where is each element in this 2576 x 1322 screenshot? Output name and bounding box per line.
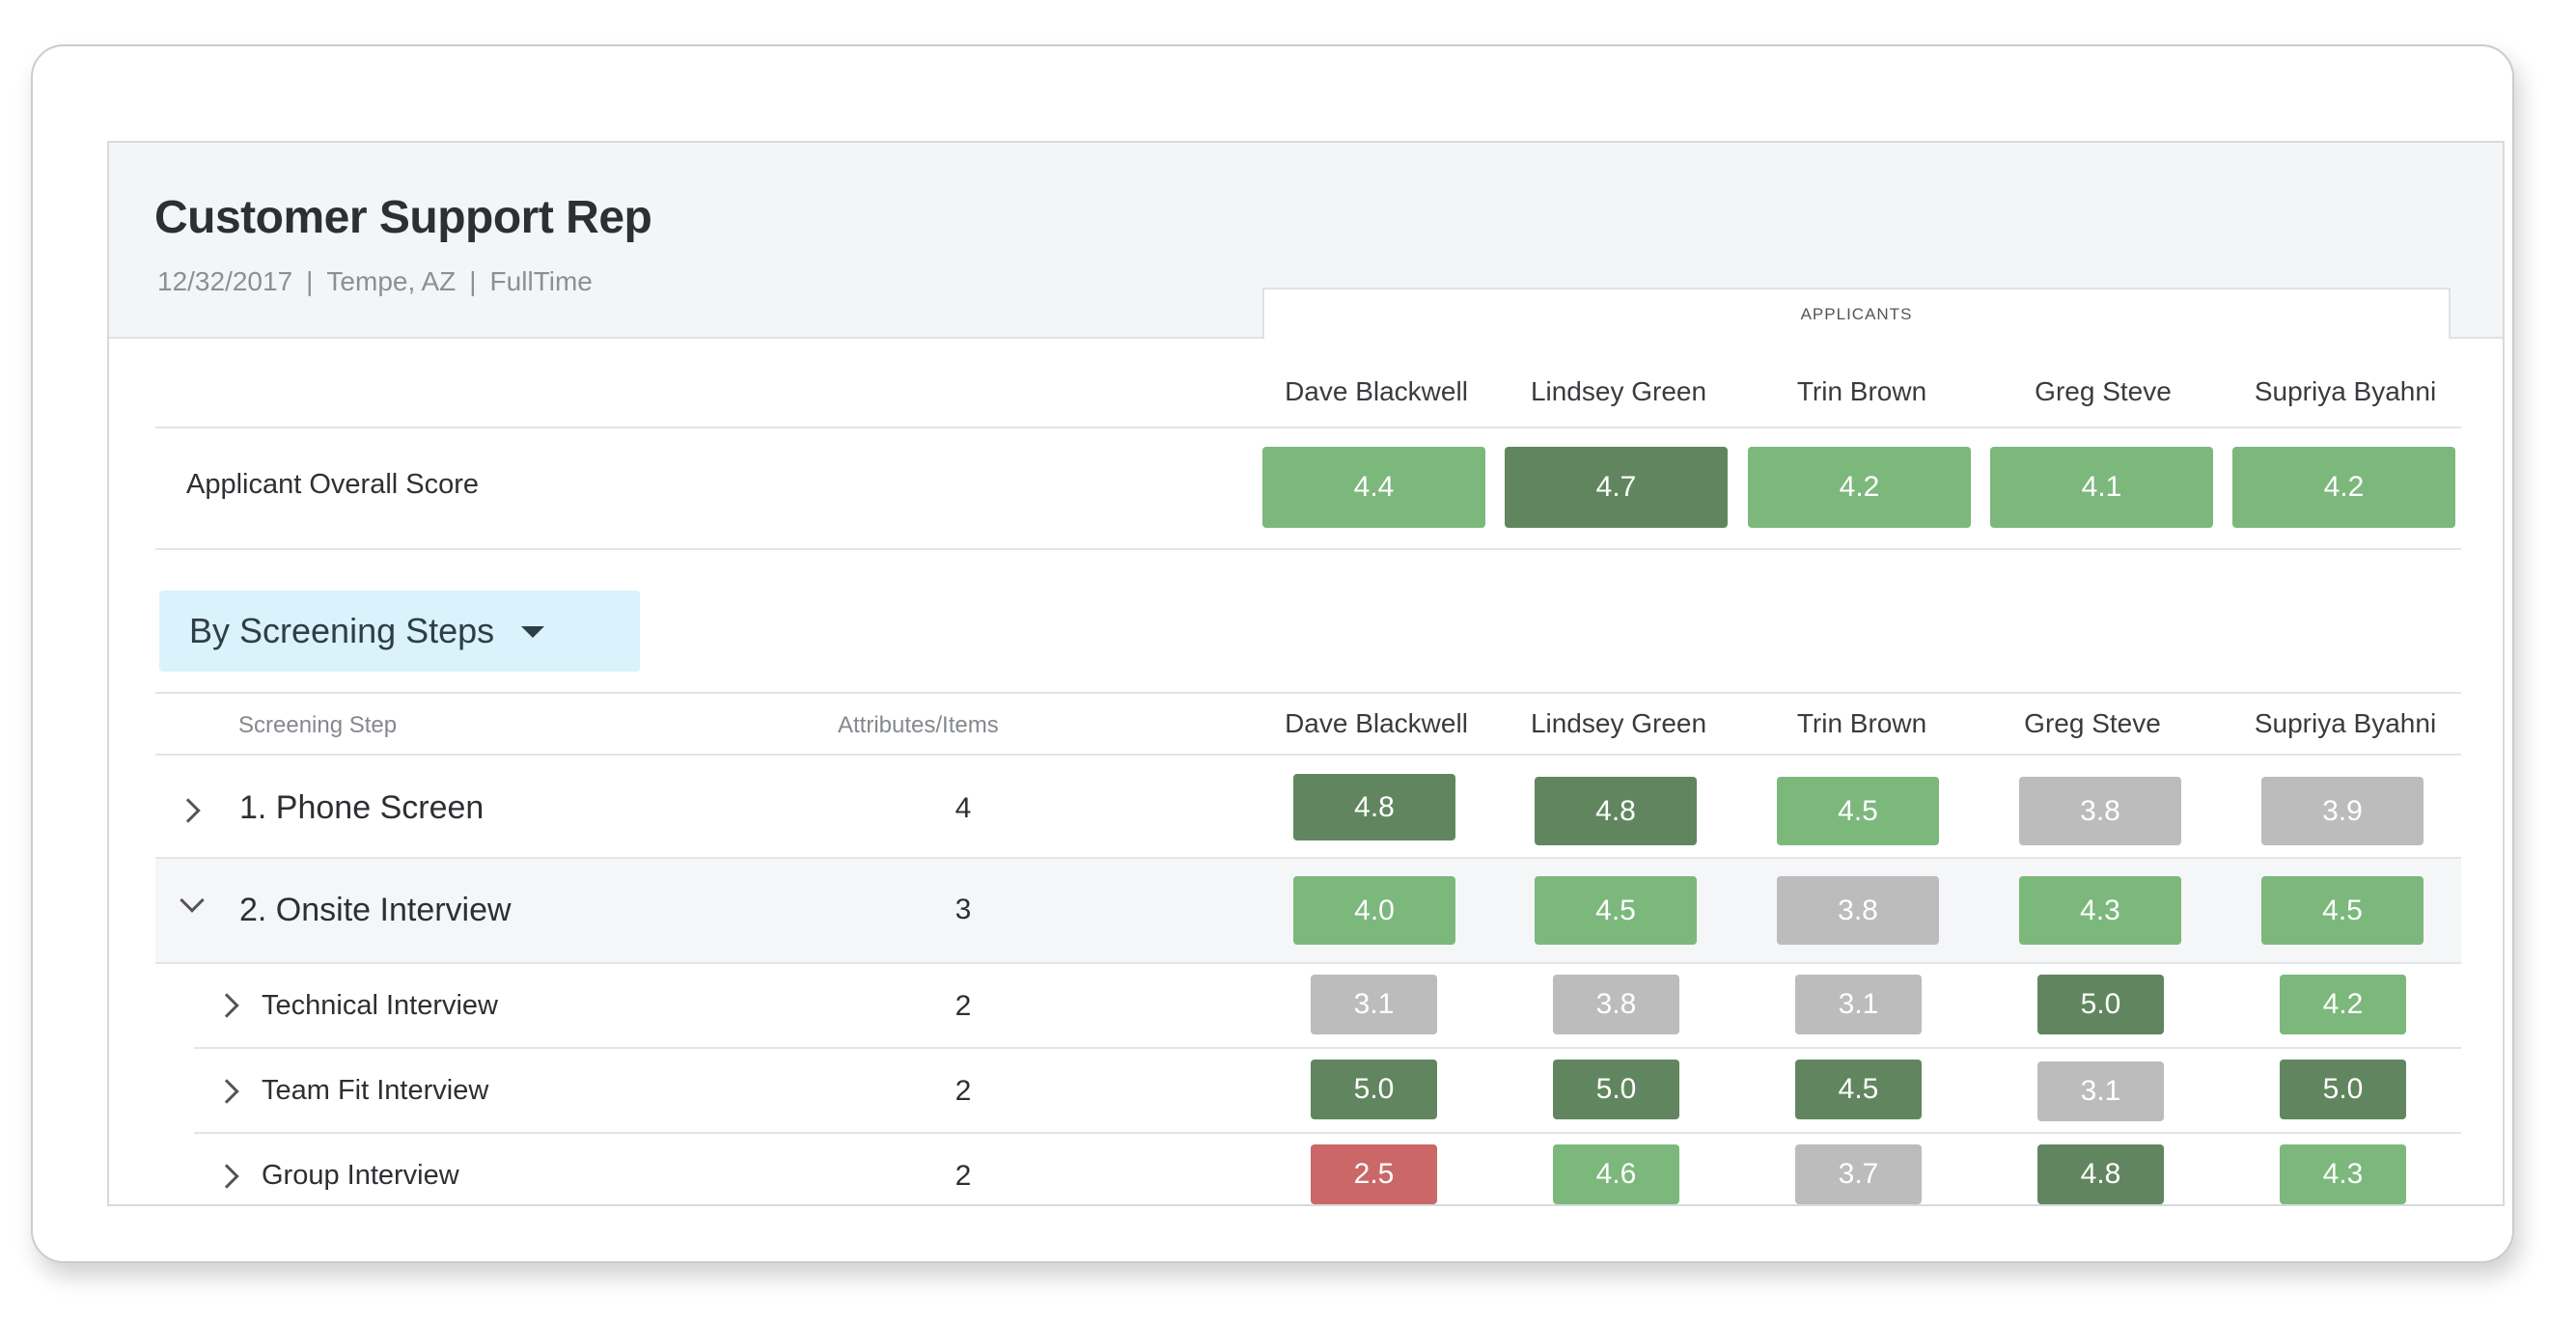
scorecard-panel: Customer Support Rep 12/32/2017 | Tempe, A… <box>107 141 2505 1206</box>
divider <box>194 1047 2461 1049</box>
report-card: Customer Support Rep 12/32/2017 | Tempe, A… <box>31 44 2514 1263</box>
score-chip: 4.0 <box>1293 876 1455 945</box>
score-chip: 5.0 <box>1553 1060 1679 1119</box>
view-dropdown-label: By Screening Steps <box>189 611 495 650</box>
item-count: 2 <box>955 990 972 1022</box>
column-header-applicant: Supriya Byahni <box>2254 708 2437 738</box>
divider <box>194 1132 2461 1134</box>
score-chip: 4.6 <box>1553 1144 1679 1204</box>
caret-down-icon <box>521 626 544 638</box>
chevron-right-icon[interactable] <box>214 1164 239 1189</box>
applicant-name: Supriya Byahni <box>2254 376 2437 406</box>
table-row[interactable]: 2. Onsite Interview 3 4.0 4.5 3.8 4.3 4.… <box>155 859 2461 962</box>
score-chip: 5.0 <box>2037 975 2164 1034</box>
item-count: 4 <box>955 792 972 824</box>
applicants-header: APPLICANTS <box>1262 288 2451 339</box>
job-meta: 12/32/2017 | Tempe, AZ | FullTime <box>157 266 593 297</box>
item-count: 2 <box>955 1075 972 1107</box>
column-header-applicant: Greg Steve <box>2024 708 2161 738</box>
score-chip: 4.3 <box>2280 1144 2406 1204</box>
score-chip: 3.9 <box>2261 777 2424 845</box>
substep-label: Team Fit Interview <box>262 1075 489 1106</box>
column-header-items: Attributes/Items <box>838 712 999 738</box>
column-header-applicant: Dave Blackwell <box>1285 708 1468 738</box>
divider <box>155 692 2461 694</box>
applicant-name: Lindsey Green <box>1530 376 1707 406</box>
substep-label: Group Interview <box>262 1160 459 1191</box>
overall-score-label: Applicant Overall Score <box>186 469 480 500</box>
overall-score-chip: 4.2 <box>1748 447 1971 528</box>
column-header-applicant: Lindsey Green <box>1530 708 1707 738</box>
score-chip: 3.8 <box>2019 777 2181 845</box>
chevron-right-icon[interactable] <box>214 1079 239 1104</box>
column-header-step: Screening Step <box>238 712 398 738</box>
meta-separator: | <box>469 266 477 296</box>
job-date: 12/32/2017 <box>157 266 293 296</box>
score-chip: 4.5 <box>1535 876 1697 945</box>
applicant-name: Dave Blackwell <box>1285 376 1468 406</box>
score-chip: 3.8 <box>1553 975 1679 1034</box>
divider <box>155 962 2461 964</box>
score-chip: 5.0 <box>1311 1060 1437 1119</box>
divider <box>155 548 2461 550</box>
step-label: 1. Phone Screen <box>239 789 485 826</box>
overall-score-chip: 4.1 <box>1990 447 2213 528</box>
score-chip: 4.5 <box>1777 777 1939 845</box>
job-location: Tempe, AZ <box>326 266 457 296</box>
score-chip: 4.8 <box>2037 1144 2164 1204</box>
score-chip: 3.1 <box>1311 975 1437 1034</box>
score-chip: 4.8 <box>1293 774 1455 840</box>
column-header-applicant: Trin Brown <box>1796 708 1927 738</box>
divider <box>155 427 2461 428</box>
score-chip: 2.5 <box>1311 1144 1437 1204</box>
substep-label: Technical Interview <box>262 990 498 1021</box>
score-chip: 4.8 <box>1535 777 1697 845</box>
item-count: 2 <box>955 1160 972 1192</box>
view-dropdown[interactable]: By Screening Steps <box>159 591 640 672</box>
divider <box>155 754 2461 756</box>
overall-score-chip: 4.4 <box>1262 447 1485 528</box>
score-chip: 3.1 <box>1795 975 1922 1034</box>
score-chip: 3.8 <box>1777 876 1939 945</box>
score-chip: 3.7 <box>1795 1144 1922 1204</box>
meta-separator: | <box>306 266 314 296</box>
overall-score-chip: 4.7 <box>1505 447 1728 528</box>
overall-score-chip: 4.2 <box>2232 447 2455 528</box>
score-chip: 4.5 <box>2261 876 2424 945</box>
step-label: 2. Onsite Interview <box>239 892 512 928</box>
score-chip: 3.1 <box>2037 1061 2164 1121</box>
score-chip: 4.3 <box>2019 876 2181 945</box>
job-type: FullTime <box>489 266 593 296</box>
job-header: Customer Support Rep 12/32/2017 | Tempe, A… <box>109 143 2503 339</box>
applicant-name: Trin Brown <box>1796 376 1927 406</box>
score-chip: 4.5 <box>1795 1060 1922 1119</box>
score-chip: 5.0 <box>2280 1060 2406 1119</box>
score-chip: 4.2 <box>2280 975 2406 1034</box>
chevron-right-icon[interactable] <box>214 993 239 1018</box>
chevron-right-icon[interactable] <box>176 798 201 823</box>
applicant-name: Greg Steve <box>2035 376 2172 406</box>
chevron-down-icon[interactable] <box>180 888 205 913</box>
job-title: Customer Support Rep <box>154 192 652 243</box>
item-count: 3 <box>955 894 972 925</box>
